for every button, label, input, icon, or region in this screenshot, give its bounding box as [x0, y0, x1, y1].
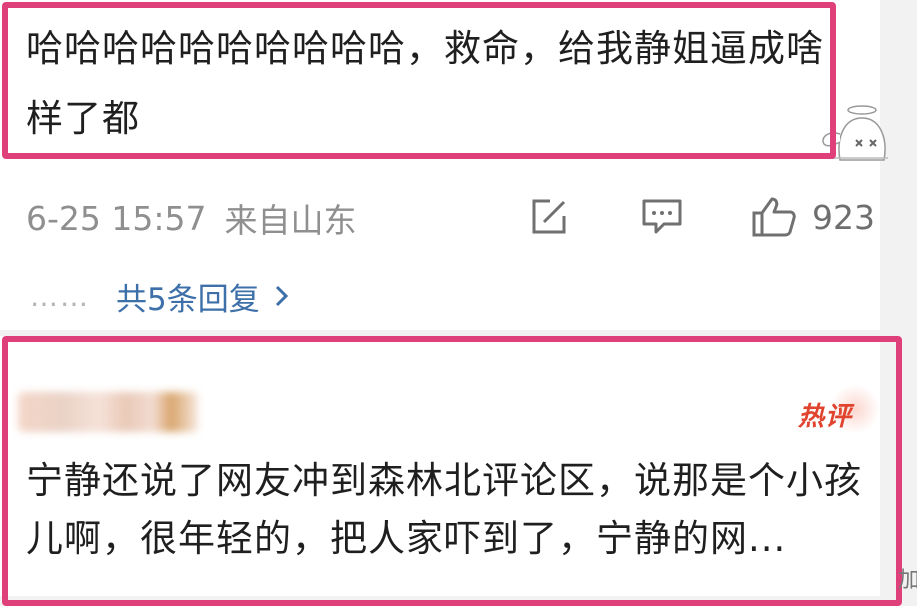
highlight-frame-bottom	[2, 336, 902, 606]
edge-glyph: 加	[898, 568, 917, 593]
view-replies-link[interactable]: 共5条回复	[116, 274, 290, 319]
comment-location: 来自山东	[224, 201, 357, 240]
like-count: 923	[812, 197, 875, 237]
edit-icon	[532, 199, 566, 234]
replies-label: 共5条回复	[116, 281, 260, 318]
edit-button[interactable]	[528, 192, 570, 242]
chevron-right-icon	[275, 285, 288, 307]
replies-row: …… 共5条回复	[30, 274, 290, 318]
thumbs-up-icon	[752, 197, 796, 237]
replies-dots: ……	[30, 279, 90, 313]
reply-button[interactable]	[640, 192, 684, 242]
comment-meta: 6-25 15:57 来自山东	[26, 196, 357, 241]
highlight-frame-top	[2, 2, 836, 159]
like-button[interactable]: 923	[750, 192, 875, 242]
comment-date: 6-25 15:57	[26, 198, 207, 238]
comment-icon	[642, 199, 682, 234]
